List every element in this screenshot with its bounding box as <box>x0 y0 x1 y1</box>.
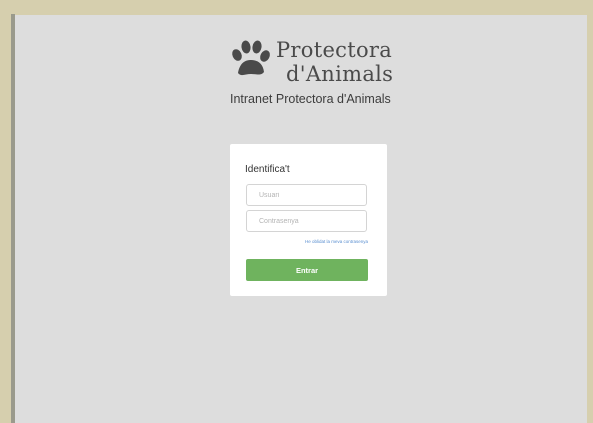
login-button[interactable]: Entrar <box>246 259 368 281</box>
forgot-password-link[interactable]: He oblidat la meva contrasenya <box>305 239 368 244</box>
password-input[interactable] <box>246 210 367 232</box>
intranet-subtitle: Intranet Protectora d'Animals <box>230 92 391 106</box>
username-input[interactable] <box>246 184 367 206</box>
login-title: Identifica't <box>245 164 290 175</box>
brand-header: Protectora d'Animals Intranet Protectora… <box>216 34 426 124</box>
brand-name-line1: Protectora <box>276 38 393 62</box>
brand-name-line2: d'Animals <box>286 62 394 86</box>
paw-print-icon <box>232 40 270 76</box>
login-card: Identifica't He oblidat la meva contrase… <box>230 144 387 296</box>
